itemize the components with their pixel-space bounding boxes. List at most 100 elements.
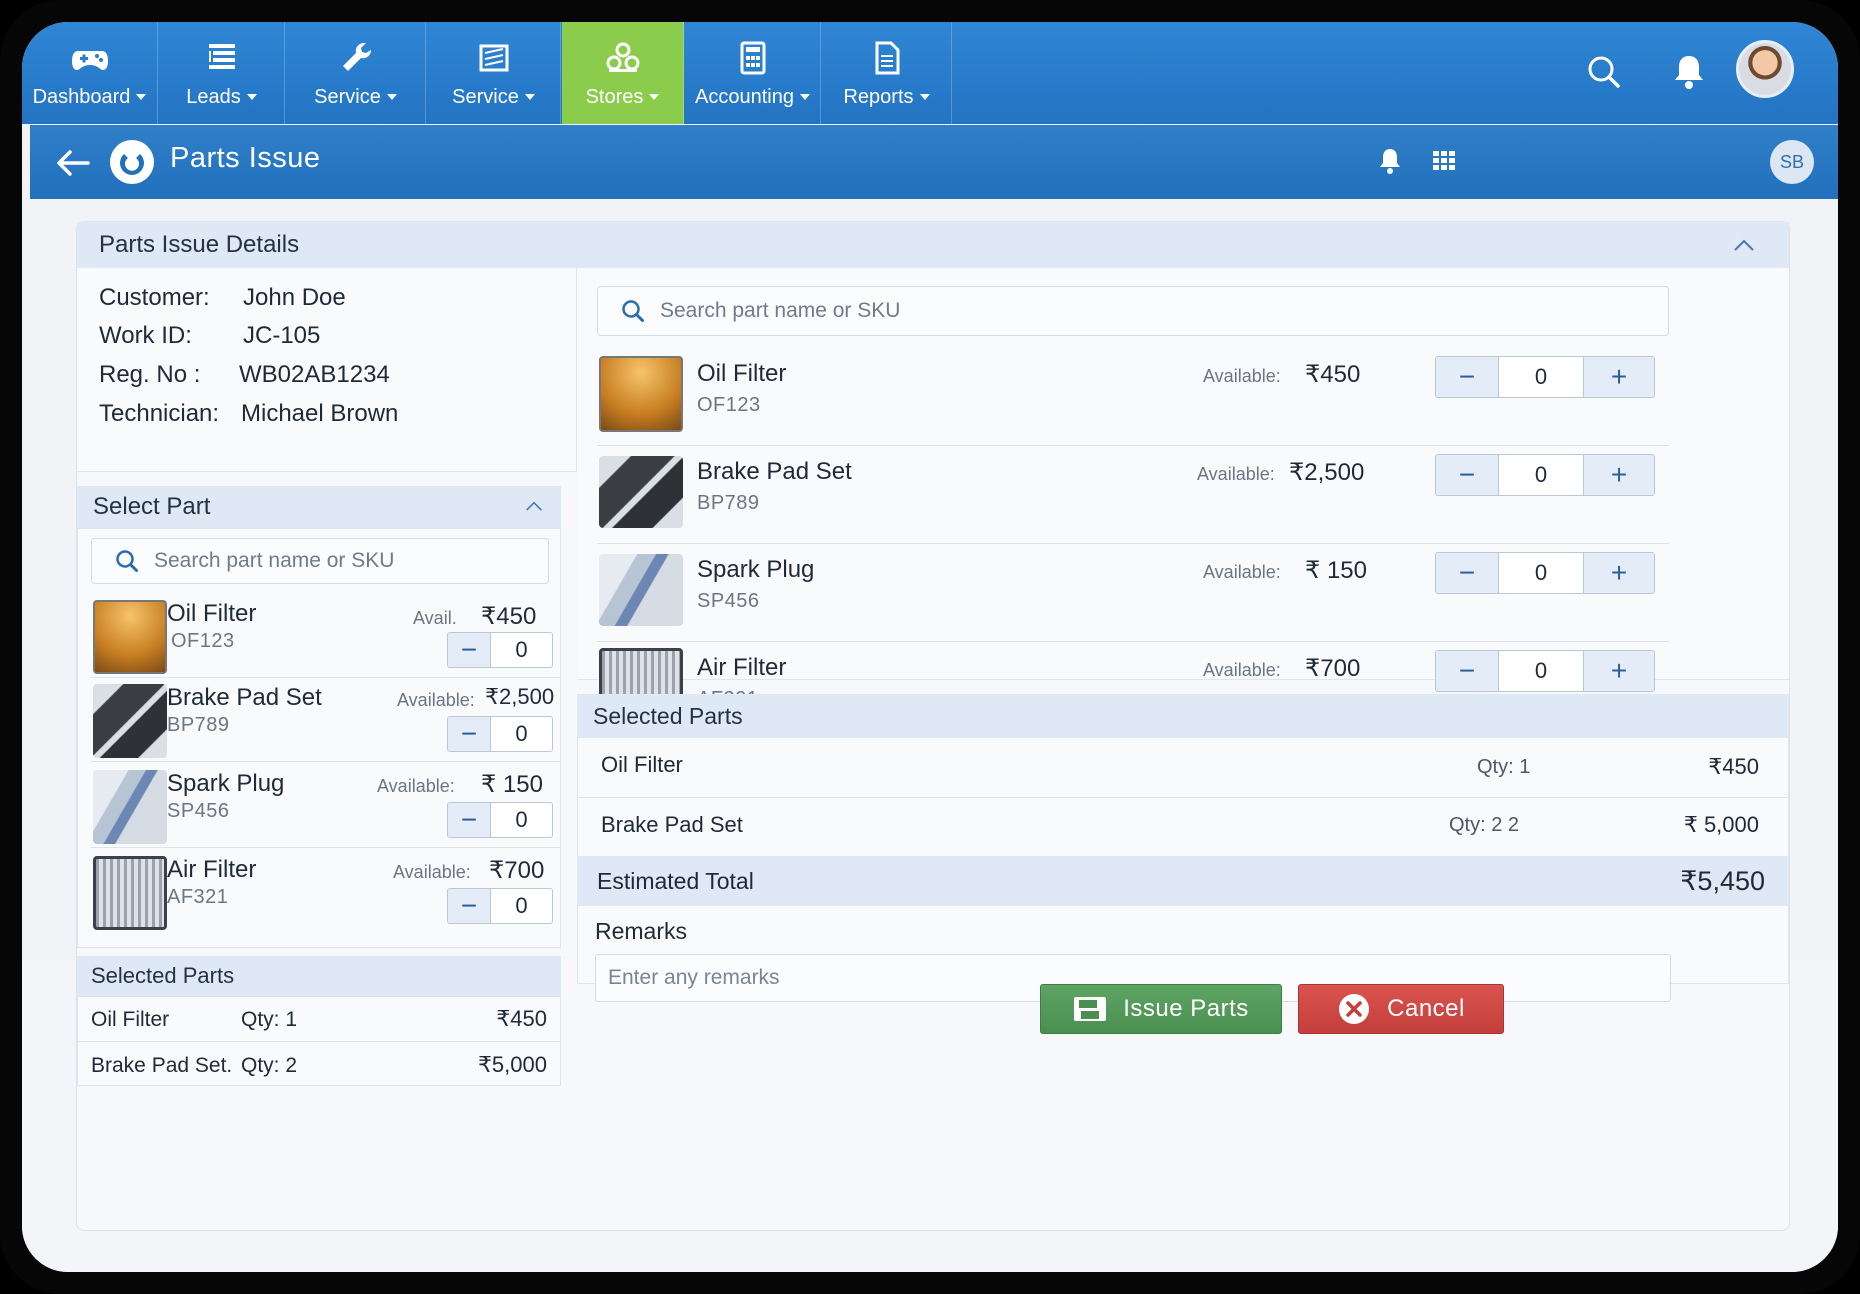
part-sku: SP456	[697, 590, 760, 612]
selected-qty: Qty: 1	[241, 1008, 298, 1031]
nav-leads[interactable]: Leads	[159, 22, 285, 124]
remarks-label: Remarks	[595, 918, 688, 944]
back-arrow-icon[interactable]	[52, 143, 92, 183]
availability-price: ₹ 150	[1305, 557, 1367, 584]
notifications-button[interactable]	[1667, 50, 1711, 94]
list-icon	[208, 43, 235, 69]
availability-price: ₹450	[1305, 361, 1361, 388]
nav-service-1[interactable]: Service	[286, 22, 426, 124]
increment-button[interactable]: +	[1584, 553, 1654, 593]
chevron-up-icon[interactable]	[1733, 238, 1755, 252]
quantity-value[interactable]: 0	[1498, 357, 1584, 397]
increment-button[interactable]: +	[1584, 651, 1654, 691]
nav-accounting[interactable]: Accounting	[685, 22, 821, 124]
bell-icon	[1675, 56, 1703, 89]
quantity-value[interactable]: 0	[1498, 651, 1584, 691]
reg-no-row: Reg. No : WB02AB1234	[99, 361, 390, 389]
availability-label: Available:	[397, 690, 475, 710]
quantity-stepper[interactable]: − 0 +	[1435, 552, 1655, 594]
part-name: Air Filter	[697, 654, 787, 681]
search-button[interactable]	[1582, 50, 1626, 94]
nav-reports[interactable]: Reports	[822, 22, 952, 124]
section-title: Select Part	[93, 493, 211, 520]
quantity-stepper[interactable]: − 0	[447, 888, 553, 924]
selected-row: Oil Filter Qty: 1 ₹450	[77, 998, 561, 1042]
search-placeholder: Search part name or SKU	[154, 549, 395, 572]
cancel-button[interactable]: Cancel	[1298, 984, 1504, 1034]
quantity-stepper[interactable]: − 0	[447, 716, 553, 752]
search-icon	[1588, 56, 1620, 88]
parts-issue-details-header[interactable]: Parts Issue Details	[77, 222, 1789, 268]
selected-amount: ₹5,000	[477, 1052, 547, 1077]
selected-amount: ₹ 5,000	[1683, 812, 1759, 837]
list-item: Spark Plug SP456 Available: ₹ 150 − 0	[91, 762, 561, 848]
alert-bell-icon[interactable]	[1374, 145, 1406, 177]
quantity-stepper[interactable]: − 0 +	[1435, 650, 1655, 692]
work-id-value: JC-105	[243, 322, 321, 349]
section-title: Selected Parts	[91, 963, 235, 988]
app-logo	[110, 140, 154, 184]
decrement-button[interactable]: −	[1436, 553, 1498, 593]
caret-down-icon	[246, 94, 257, 100]
nav-dashboard[interactable]: Dashboard	[22, 22, 158, 124]
decrement-button[interactable]: −	[448, 803, 490, 837]
increment-button[interactable]: +	[1584, 455, 1654, 495]
right-selected-parts-header: Selected Parts	[577, 694, 1789, 738]
work-id-label: Work ID:	[99, 322, 192, 349]
right-search-input[interactable]: Search part name or SKU	[597, 286, 1669, 336]
user-initials-avatar[interactable]: SB	[1770, 140, 1814, 184]
decrement-button[interactable]: −	[1436, 651, 1498, 691]
stores-icon	[606, 42, 639, 72]
page-header: Parts Issue SB	[30, 125, 1838, 199]
select-part-header[interactable]: Select Part	[77, 486, 561, 528]
part-name: Brake Pad Set	[167, 684, 322, 711]
customer-row: Customer: John Doe	[99, 284, 346, 312]
selected-qty: Qty: 1	[1477, 756, 1531, 778]
decrement-button[interactable]: −	[448, 633, 490, 667]
reg-no-value: WB02AB1234	[239, 361, 390, 388]
document-stack-icon	[479, 44, 508, 71]
selected-name: Brake Pad Set.	[91, 1054, 233, 1077]
quantity-stepper[interactable]: − 0	[447, 632, 553, 668]
list-item: Oil Filter OF123 Available: ₹450 − 0 +	[597, 350, 1669, 446]
parts-issue-card: Parts Issue Details Customer: John Doe W…	[76, 221, 1790, 1231]
quantity-value[interactable]: 0	[490, 717, 552, 751]
quantity-value[interactable]: 0	[1498, 553, 1584, 593]
availability-price: ₹450	[481, 603, 537, 630]
decrement-button[interactable]: −	[448, 717, 490, 751]
avatar[interactable]	[1736, 40, 1794, 98]
quantity-value[interactable]: 0	[490, 633, 552, 667]
selected-name: Brake Pad Set	[601, 812, 743, 837]
availability-label: Available:	[393, 862, 471, 882]
grid-icon[interactable]	[1428, 145, 1460, 177]
quantity-stepper[interactable]: − 0 +	[1435, 454, 1655, 496]
chevron-up-icon[interactable]	[525, 500, 543, 512]
nav-stores[interactable]: Stores	[562, 22, 684, 124]
save-icon	[1074, 997, 1107, 1021]
part-name: Brake Pad Set	[697, 458, 852, 485]
search-icon	[116, 550, 138, 572]
selected-row: Brake Pad Set. Qty: 2 ₹5,000	[77, 1042, 561, 1086]
issue-parts-label: Issue Parts	[1123, 995, 1249, 1022]
search-placeholder: Search part name or SKU	[660, 299, 901, 322]
left-search-input[interactable]: Search part name or SKU	[91, 538, 549, 584]
total-value: ₹5,450	[1680, 866, 1765, 896]
nav-service-2[interactable]: Service	[427, 22, 561, 124]
nav-label-service-2: Service	[452, 85, 519, 108]
issue-parts-button[interactable]: Issue Parts	[1040, 984, 1282, 1034]
increment-button[interactable]: +	[1584, 357, 1654, 397]
availability-label: Available:	[377, 776, 455, 796]
quantity-value[interactable]: 0	[490, 889, 552, 923]
quantity-stepper[interactable]: − 0	[447, 802, 553, 838]
quantity-value[interactable]: 0	[490, 803, 552, 837]
nav-label-dashboard: Dashboard	[32, 85, 131, 108]
page-title: Parts Issue	[170, 142, 321, 174]
decrement-button[interactable]: −	[1436, 357, 1498, 397]
nav-label-stores: Stores	[585, 85, 644, 108]
customer-value: John Doe	[243, 284, 346, 311]
quantity-value[interactable]: 0	[1498, 455, 1584, 495]
decrement-button[interactable]: −	[448, 889, 490, 923]
decrement-button[interactable]: −	[1436, 455, 1498, 495]
part-name: Oil Filter	[167, 600, 257, 627]
quantity-stepper[interactable]: − 0 +	[1435, 356, 1655, 398]
